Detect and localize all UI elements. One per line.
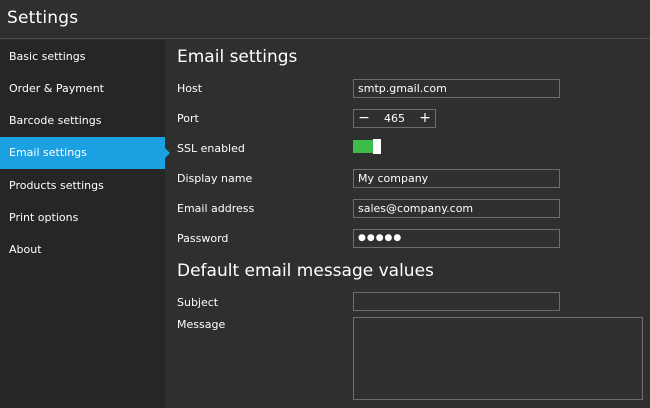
- display-name-label: Display name: [177, 172, 253, 185]
- email-address-label: Email address: [177, 202, 255, 215]
- ssl-label: SSL enabled: [177, 142, 245, 155]
- display-name-input[interactable]: My company: [353, 169, 560, 188]
- title-bar: Settings: [0, 0, 650, 39]
- password-label: Password: [177, 232, 229, 245]
- host-label: Host: [177, 82, 203, 95]
- sidebar-item-label: Barcode settings: [9, 114, 102, 127]
- password-input[interactable]: ●●●●●: [353, 229, 560, 248]
- port-increment-button[interactable]: +: [416, 110, 434, 127]
- port-stepper[interactable]: − 465 +: [353, 109, 436, 128]
- subject-label: Subject: [177, 296, 219, 309]
- window-title: Settings: [7, 8, 79, 28]
- sidebar-item-label: About: [9, 243, 42, 256]
- message-textarea[interactable]: [353, 317, 643, 400]
- sidebar-item-products-settings[interactable]: Products settings: [0, 170, 165, 202]
- sidebar-item-basic-settings[interactable]: Basic settings: [0, 41, 165, 73]
- sidebar-item-label: Print options: [9, 211, 79, 224]
- sidebar-item-label: Basic settings: [9, 50, 86, 63]
- sidebar-item-print-options[interactable]: Print options: [0, 202, 165, 234]
- host-input[interactable]: smtp.gmail.com: [353, 79, 560, 98]
- email-settings-heading: Email settings: [177, 47, 298, 67]
- default-message-heading: Default email message values: [177, 261, 434, 281]
- port-value[interactable]: 465: [374, 110, 415, 127]
- toggle-knob: [373, 139, 381, 154]
- sidebar-item-order-payment[interactable]: Order & Payment: [0, 73, 165, 105]
- sidebar-item-label: Email settings: [9, 146, 87, 159]
- port-decrement-button[interactable]: −: [355, 110, 373, 127]
- ssl-toggle[interactable]: [353, 139, 381, 154]
- message-label: Message: [177, 318, 226, 331]
- sidebar-item-about[interactable]: About: [0, 234, 165, 266]
- port-label: Port: [177, 112, 199, 125]
- sidebar-item-email-settings[interactable]: Email settings: [0, 137, 170, 169]
- subject-input[interactable]: [353, 292, 560, 311]
- settings-panel: Email settings Host smtp.gmail.com Port …: [165, 40, 650, 408]
- sidebar-item-label: Order & Payment: [9, 82, 104, 95]
- sidebar-item-barcode-settings[interactable]: Barcode settings: [0, 105, 165, 137]
- email-address-input[interactable]: sales@company.com: [353, 199, 560, 218]
- sidebar-item-label: Products settings: [9, 179, 104, 192]
- sidebar: Basic settings Order & Payment Barcode s…: [0, 40, 170, 408]
